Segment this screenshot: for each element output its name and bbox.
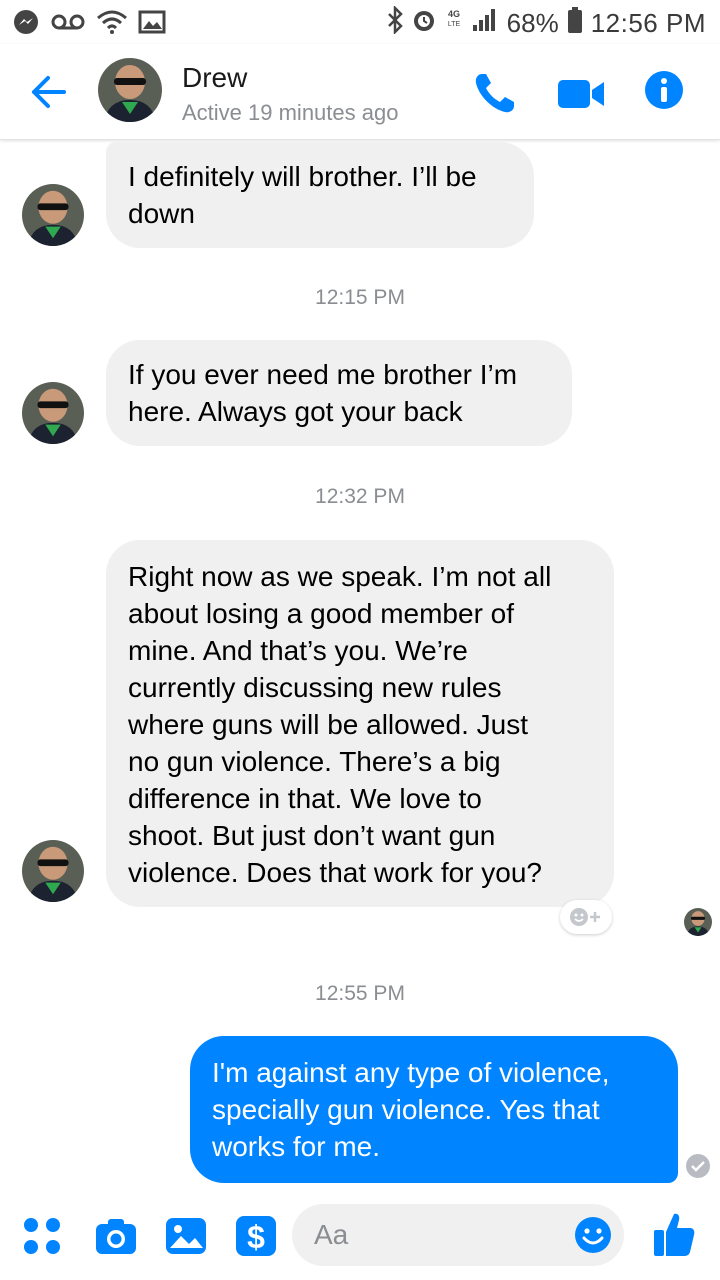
sender-avatar[interactable] <box>22 840 84 902</box>
message-line: mine. And that’s you. We’re <box>128 635 468 666</box>
incoming-message-bubble[interactable]: If you ever need me brother I’m here. Al… <box>106 340 572 446</box>
sent-check-icon <box>686 1154 710 1178</box>
wifi-icon <box>96 9 128 40</box>
more-apps-icon <box>24 1218 60 1254</box>
incoming-message-bubble[interactable]: I definitely will brother. I’ll be down <box>106 142 534 248</box>
back-button[interactable] <box>26 70 70 114</box>
payments-icon: $ <box>236 1216 276 1256</box>
incoming-message-bubble[interactable]: Right now as we speak. I’m not all about… <box>106 540 614 907</box>
clock: 12:56 PM <box>590 8 706 38</box>
gallery-icon <box>138 10 166 39</box>
composer-bar: $ Aa <box>0 1196 720 1280</box>
video-call-button[interactable] <box>556 74 606 114</box>
voice-call-button[interactable] <box>472 70 518 116</box>
message-timestamp: 12:55 PM <box>315 982 405 1005</box>
message-line: difference in that. We love to <box>128 783 482 814</box>
like-button[interactable] <box>652 1210 696 1263</box>
active-status: Active 19 minutes ago <box>182 100 399 125</box>
gallery-button[interactable] <box>164 1214 208 1263</box>
messenger-notification-icon <box>12 8 40 41</box>
network-type-icon: 4G LTE <box>445 6 463 41</box>
read-receipt-avatar <box>684 908 712 936</box>
message-line: specially gun violence. Yes that <box>212 1094 600 1125</box>
signal-icon <box>471 7 499 40</box>
sender-avatar[interactable] <box>22 382 84 444</box>
add-reaction-icon <box>570 908 600 926</box>
thumbs-up-icon <box>654 1213 695 1256</box>
message-line: currently discussing new rules <box>128 672 502 703</box>
outgoing-message-bubble[interactable]: I'm against any type of violence, specia… <box>190 1036 678 1183</box>
message-line: If you ever need me brother I’m <box>128 359 518 390</box>
emoji-button[interactable] <box>574 1216 612 1254</box>
info-icon <box>645 71 683 109</box>
message-timestamp: 12:15 PM <box>315 286 405 309</box>
battery-percent: 68% <box>506 8 559 38</box>
camera-button[interactable] <box>94 1214 138 1263</box>
add-reaction-button[interactable] <box>560 900 612 934</box>
contact-name[interactable]: Drew <box>182 62 247 94</box>
message-line: shoot. But just don’t want gun <box>128 820 496 851</box>
back-arrow-icon <box>32 76 66 108</box>
message-line: works for me. <box>212 1131 381 1162</box>
message-timestamp: 12:32 PM <box>315 485 405 508</box>
conversation-header: Drew Active 19 minutes ago <box>0 44 720 140</box>
message-input-placeholder: Aa <box>314 1219 349 1250</box>
phone-icon <box>475 74 514 113</box>
sender-avatar[interactable] <box>22 184 84 246</box>
message-input[interactable]: Aa <box>292 1204 624 1266</box>
bluetooth-icon <box>387 4 403 41</box>
payments-button[interactable]: $ <box>234 1214 278 1263</box>
message-line: I'm against any type of violence, <box>212 1057 610 1088</box>
camera-icon <box>96 1219 136 1254</box>
more-apps-button[interactable] <box>20 1214 64 1263</box>
message-line: no gun violence. There’s a big <box>128 746 501 777</box>
status-bar-left <box>12 8 166 41</box>
message-line: here. Always got your back <box>128 396 463 427</box>
message-line: Right now as we speak. I’m not all <box>128 561 552 592</box>
message-line: about losing a good member of <box>128 598 515 629</box>
message-line: down <box>128 198 195 229</box>
message-line: I definitely will brother. I’ll be <box>128 161 477 192</box>
voicemail-icon <box>50 12 86 37</box>
video-camera-icon <box>558 80 604 108</box>
message-line: where guns will be allowed. Just <box>128 709 528 740</box>
status-bar-right: 4G LTE 68% 12:56 PM <box>387 4 706 41</box>
svg-text:$: $ <box>247 1219 265 1255</box>
svg-text:LTE: LTE <box>447 21 460 28</box>
alarm-icon <box>411 7 437 40</box>
battery-icon <box>567 6 583 41</box>
message-line: violence. Does that work for you? <box>128 857 542 888</box>
emoji-icon <box>575 1217 611 1253</box>
status-bar: 4G LTE 68% 12:56 PM <box>0 0 720 44</box>
svg-text:4G: 4G <box>448 9 460 19</box>
image-icon <box>166 1218 206 1254</box>
conversation-info-button[interactable] <box>644 70 684 110</box>
contact-avatar[interactable] <box>98 58 162 122</box>
